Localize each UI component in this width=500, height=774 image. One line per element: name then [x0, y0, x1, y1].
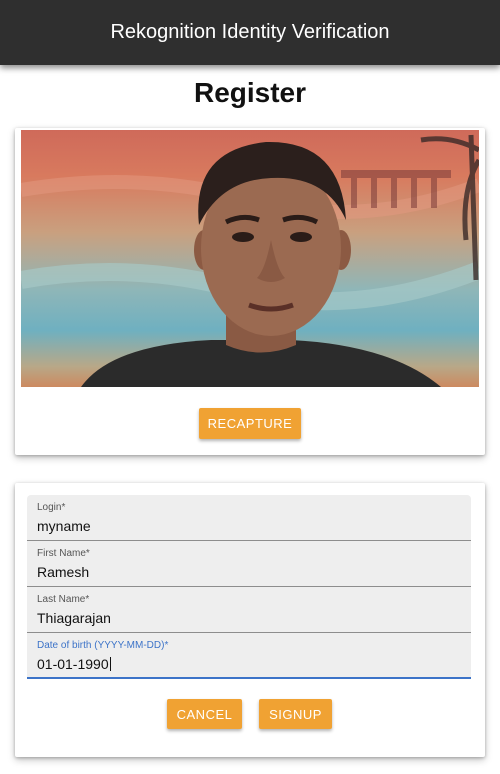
app-title: Rekognition Identity Verification	[110, 21, 390, 43]
required-marker: *	[61, 502, 66, 513]
face-photo-illustration	[21, 134, 479, 387]
last-name-value: Thiagarajan	[37, 610, 111, 626]
registration-form-card: Login* myname First Name* Ramesh Last Na…	[15, 483, 485, 757]
last-name-label: Last Name	[37, 594, 86, 605]
first-name-value: Ramesh	[37, 564, 90, 580]
photo-card: RECAPTURE	[15, 128, 485, 455]
last-name-field[interactable]: Last Name* Thiagarajan	[27, 587, 471, 633]
app-header: Rekognition Identity Verification	[0, 0, 500, 65]
date-of-birth-label: Date of birth (YYYY-MM-DD)	[37, 640, 165, 651]
captured-face-photo	[21, 130, 479, 387]
cancel-button[interactable]: CANCEL	[167, 699, 242, 729]
text-cursor	[109, 657, 111, 671]
page-title: Register	[193, 77, 307, 108]
date-of-birth-value: 01-01-1990	[37, 656, 109, 672]
login-value: myname	[37, 518, 91, 534]
required-marker: *	[164, 640, 169, 651]
login-label: Login	[37, 502, 62, 513]
required-marker: *	[85, 594, 90, 605]
first-name-field[interactable]: First Name* Ramesh	[27, 541, 471, 587]
login-field[interactable]: Login* myname	[27, 495, 471, 541]
date-of-birth-field[interactable]: Date of birth (YYYY-MM-DD)* 01-01-1990	[27, 633, 471, 679]
signup-button[interactable]: SIGNUP	[259, 699, 332, 729]
first-name-label: First Name	[37, 548, 86, 559]
recapture-button[interactable]: RECAPTURE	[199, 408, 301, 439]
required-marker: *	[85, 548, 90, 559]
